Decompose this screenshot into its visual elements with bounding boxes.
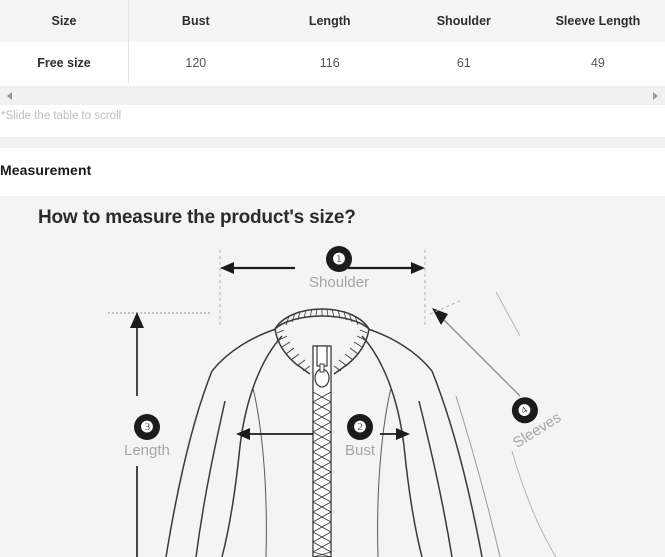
size-table-body: Free size 120 116 61 49: [0, 42, 665, 84]
measurement-section-heading: Measurement: [0, 162, 92, 178]
marker-number-3: ❸: [133, 414, 160, 440]
size-table-head: Size Bust Length Shoulder Sleeve Length: [0, 0, 665, 42]
cell-size: Free size: [0, 42, 129, 84]
size-guide-page: Size Bust Length Shoulder Sleeve Length …: [0, 0, 665, 557]
triangle-right-icon[interactable]: [653, 92, 658, 100]
cell-shoulder: 61: [396, 42, 531, 84]
size-table-container: Size Bust Length Shoulder Sleeve Length …: [0, 0, 665, 84]
marker-length: ❸ Length: [124, 414, 170, 459]
marker-label-length: Length: [124, 442, 170, 459]
table-header-row: Size Bust Length Shoulder Sleeve Length: [0, 0, 665, 42]
column-header-bust: Bust: [128, 0, 263, 42]
table-horizontal-scrollbar[interactable]: [0, 86, 665, 105]
section-divider: [0, 137, 665, 148]
column-header-size: Size: [0, 0, 129, 42]
marker-number-1: ❶: [326, 246, 353, 272]
marker-label-bust: Bust: [345, 442, 376, 459]
triangle-left-icon[interactable]: [7, 92, 12, 100]
size-table: Size Bust Length Shoulder Sleeve Length …: [0, 0, 665, 84]
marker-bust: ❷ Bust: [345, 414, 375, 459]
cell-bust: 120: [128, 42, 263, 84]
marker-shoulder: ❶ Shoulder: [309, 246, 369, 291]
table-row: Free size 120 116 61 49: [0, 42, 665, 84]
column-header-length: Length: [262, 0, 397, 42]
slide-table-hint: *Slide the table to scroll: [1, 110, 122, 122]
column-header-shoulder: Shoulder: [396, 0, 531, 42]
cell-length: 116: [262, 42, 397, 84]
cell-sleeve-length: 49: [530, 42, 665, 84]
column-header-sleeve-length: Sleeve Length: [530, 0, 665, 42]
marker-label-shoulder: Shoulder: [309, 274, 370, 291]
measurement-diagram-panel: How to measure the product's size? ❶ Sho…: [0, 196, 665, 557]
marker-number-2: ❷: [347, 414, 373, 440]
